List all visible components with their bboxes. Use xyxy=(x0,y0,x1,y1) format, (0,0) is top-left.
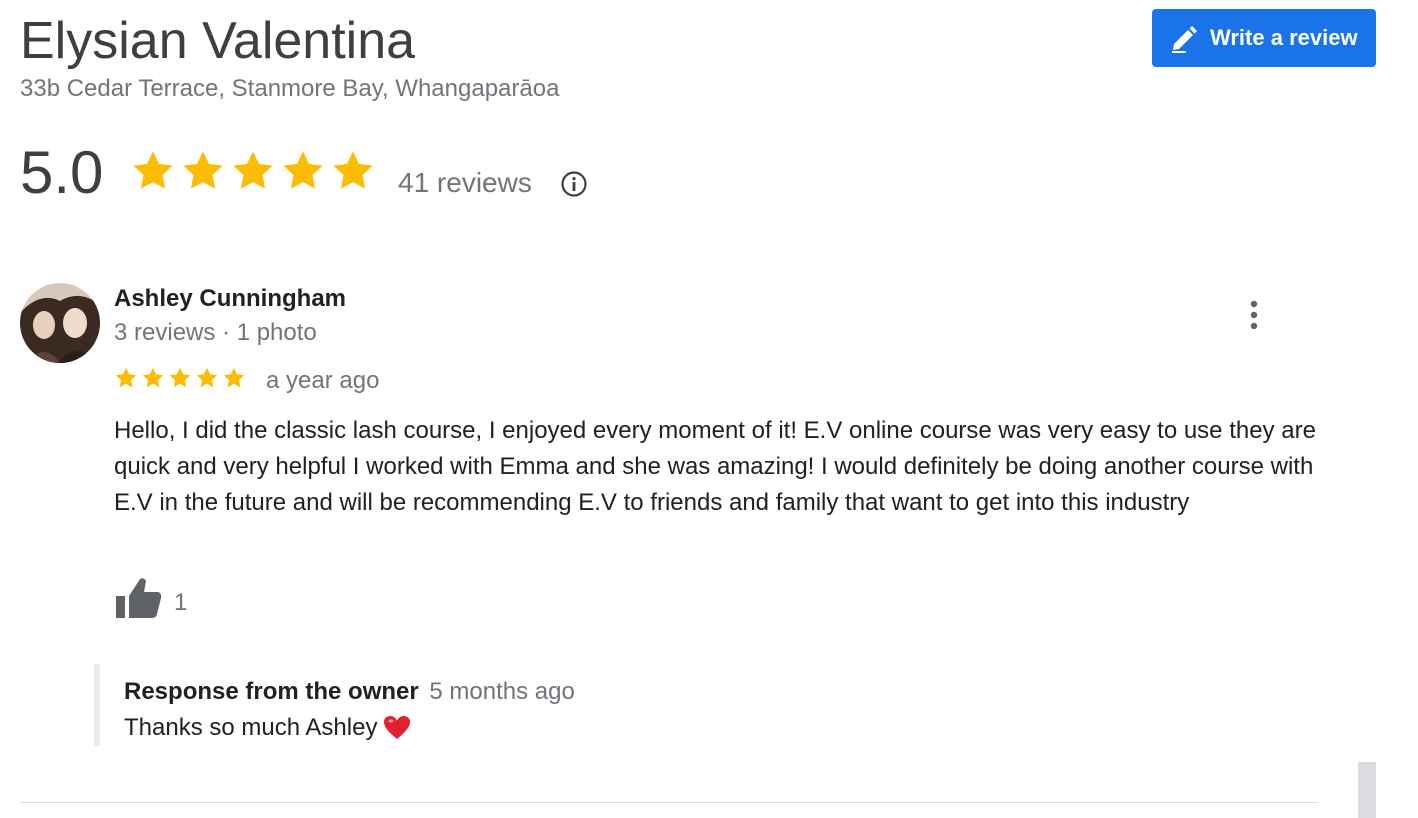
owner-response-time: 5 months ago xyxy=(429,678,575,705)
star-icon xyxy=(233,151,273,189)
star-icon xyxy=(133,151,173,189)
review-divider xyxy=(20,802,1318,803)
star-icon xyxy=(169,367,191,388)
star-icon xyxy=(142,367,164,388)
owner-response: Thanks so much Ashley xyxy=(124,713,411,743)
business-name: Elysian Valentina xyxy=(20,12,416,70)
like-count: 1 xyxy=(174,589,188,616)
thumbs-up-icon[interactable] xyxy=(114,576,164,620)
business-address: 33b Cedar Terrace, Stanmore Bay, Whangap… xyxy=(20,75,560,102)
rating-stars xyxy=(130,147,376,195)
review-stars xyxy=(114,366,246,390)
star-icon xyxy=(183,151,223,189)
review-text: Hello, I did the classic lash course, I … xyxy=(114,417,1316,516)
star-icon xyxy=(196,367,218,388)
reviewer-avatar[interactable] xyxy=(20,283,100,363)
scrollbar-thumb[interactable] xyxy=(1358,762,1376,818)
write-review-label: Write a review xyxy=(1210,25,1358,50)
review-time: a year ago xyxy=(266,367,380,394)
average-rating: 5.0 xyxy=(20,139,104,206)
info-icon[interactable] xyxy=(560,170,588,198)
reviewer-meta: 3 reviews · 1 photo xyxy=(114,319,317,346)
owner-response-label: Response from the owner xyxy=(124,678,419,705)
star-icon xyxy=(115,367,137,388)
star-icon xyxy=(333,151,373,189)
response-border xyxy=(94,664,100,746)
owner-response-header: Response from the owner 5 months ago xyxy=(124,677,575,707)
review-count: 41 reviews xyxy=(398,167,532,198)
heart-icon xyxy=(384,716,411,739)
more-vertical-icon[interactable] xyxy=(1240,298,1268,334)
pencil-icon xyxy=(1172,26,1197,53)
write-review-button[interactable]: Write a review xyxy=(1152,9,1376,67)
star-icon xyxy=(283,151,323,189)
star-icon xyxy=(223,367,245,388)
avatar-photo xyxy=(20,283,100,363)
reviewer-name[interactable]: Ashley Cunningham xyxy=(114,284,346,314)
owner-response-text: Thanks so much Ashley xyxy=(124,714,378,741)
